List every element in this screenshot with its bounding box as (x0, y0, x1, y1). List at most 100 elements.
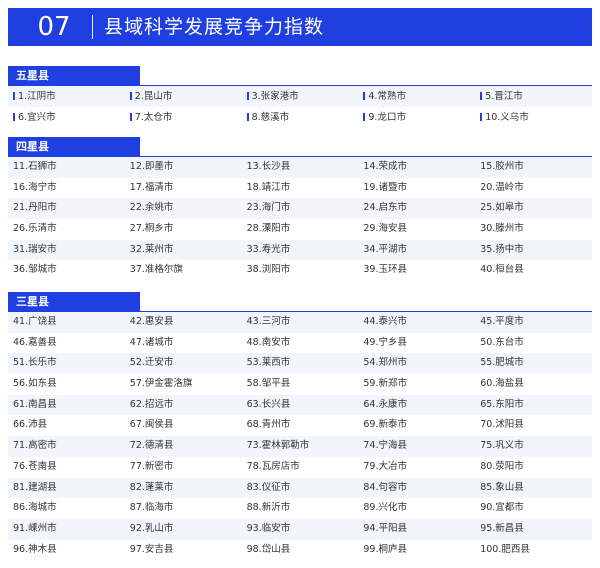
county-name: 1.江阴市 (18, 91, 56, 102)
county-item: 2.昆山市 (124, 86, 242, 107)
section-title-three-star: 三星县 (8, 292, 140, 311)
county-item: 11.石狮市 (8, 157, 125, 178)
county-item: 14.荣成市 (358, 157, 476, 178)
county-name: 29.海安县 (363, 223, 407, 235)
county-item: 65.东阳市 (475, 394, 592, 416)
county-item: 34.平湖市 (358, 239, 476, 261)
county-item: 62.招远市 (124, 394, 242, 416)
county-item: 98.岱山县 (242, 540, 359, 561)
county-name: 71.高密市 (13, 440, 57, 452)
county-item: 59.新郑市 (358, 374, 475, 395)
county-item: 19.诸暨市 (358, 178, 475, 199)
county-item: 48.南安市 (242, 333, 359, 354)
county-item: 38.浏阳市 (242, 260, 359, 281)
county-item: 24.启东市 (358, 198, 476, 220)
county-item: 36.邹城市 (8, 260, 125, 281)
county-name: 100.肥西县 (480, 543, 530, 555)
county-item: 99.桐庐县 (358, 540, 475, 561)
county-item: 8.慈溪市 (242, 107, 359, 128)
county-name: 63.长兴县 (246, 398, 291, 410)
county-item: 37.准格尔旗 (125, 260, 242, 281)
county-item: 94.平阳县 (358, 518, 476, 540)
bullet-marker (129, 112, 132, 121)
county-item: 92.乳山市 (124, 518, 242, 540)
county-name: 28.溧阳市 (246, 223, 291, 235)
county-item: 25.如皋市 (475, 198, 592, 220)
county-item: 42.惠安县 (124, 312, 242, 333)
county-name: 12.即墨市 (129, 161, 174, 172)
county-item: 6.宜兴市 (8, 107, 125, 128)
bullet-marker (246, 91, 249, 100)
county-item: 50.东台市 (475, 333, 592, 354)
county-name: 58.邹平县 (246, 378, 291, 390)
county-item: 51.长乐市 (8, 353, 125, 375)
county-name: 31.瑞安市 (13, 243, 57, 255)
county-item: 23.海门市 (241, 198, 359, 220)
county-item: 67.闽侯县 (125, 415, 242, 436)
county-name: 82.蓬莱市 (129, 481, 174, 493)
county-name: 55.肥城市 (480, 357, 524, 369)
county-item: 7.太仓市 (125, 107, 242, 128)
county-name: 21.丹阳市 (13, 202, 57, 214)
bullet-marker (246, 112, 249, 121)
county-name: 38.浏阳市 (246, 264, 291, 276)
county-name: 73.霍林郭勒市 (246, 440, 310, 452)
county-name: 32.莱州市 (129, 243, 174, 255)
county-item: 87.临海市 (125, 498, 242, 519)
county-name: 44.泰兴市 (363, 316, 407, 327)
county-name: 74.宁海县 (363, 440, 407, 452)
county-name: 67.闽侯县 (129, 419, 174, 431)
county-name: 68.青州市 (246, 419, 291, 431)
county-item: 46.嘉善县 (8, 333, 125, 354)
county-item: 72.德清县 (124, 436, 242, 457)
county-item: 40.桓台县 (475, 260, 592, 281)
county-name: 93.临安市 (246, 522, 291, 534)
county-name: 76.苍南县 (13, 460, 57, 472)
county-name: 92.乳山市 (129, 522, 174, 534)
county-name: 51.长乐市 (13, 357, 57, 369)
five-star-county-list: 1.江阴市 2.昆山市 3.张家港市 4.常熟市 5.晋江市 6.宜兴市 7.太仓市 8.慈溪… (8, 86, 592, 128)
county-name: 48.南安市 (246, 336, 291, 348)
county-name: 77.新密市 (129, 460, 174, 472)
county-item: 35.扬中市 (475, 239, 592, 261)
county-name: 87.临海市 (129, 502, 174, 514)
county-item: 28.溧阳市 (242, 219, 359, 240)
county-name: 40.桓台县 (480, 264, 524, 276)
county-item: 17.福清市 (125, 178, 242, 199)
bullet-marker (363, 112, 366, 121)
county-name: 35.扬中市 (480, 243, 524, 255)
county-name: 34.平湖市 (363, 243, 407, 255)
county-name: 30.滕州市 (480, 223, 524, 235)
county-item: 21.丹阳市 (8, 198, 125, 220)
county-name: 89.兴化市 (363, 502, 407, 514)
county-name: 18.靖江市 (246, 181, 291, 193)
county-item: 76.苍南县 (8, 457, 125, 478)
county-item: 22.余姚市 (124, 198, 242, 220)
county-name: 56.如东县 (13, 378, 57, 390)
county-item: 57.伊金霍洛旗 (125, 374, 242, 395)
county-name: 98.岱山县 (246, 543, 291, 555)
county-name: 9.龙口市 (368, 112, 406, 123)
county-item: 31.瑞安市 (8, 239, 125, 261)
county-item: 10.义乌市 (475, 107, 592, 128)
county-item: 83.仪征市 (241, 477, 359, 499)
county-item: 3.张家港市 (241, 86, 359, 107)
county-name: 80.荥阳市 (480, 460, 524, 472)
county-name: 99.桐庐县 (363, 543, 407, 555)
county-name: 39.玉环县 (363, 264, 407, 276)
county-name: 26.乐清市 (13, 223, 57, 235)
county-name: 60.海盐县 (480, 378, 524, 390)
county-item: 97.安吉县 (125, 540, 242, 561)
county-name: 14.荣成市 (363, 161, 407, 172)
county-name: 65.东阳市 (480, 398, 524, 410)
county-item: 70.沭阳县 (475, 415, 592, 436)
county-item: 49.宁乡县 (358, 333, 475, 354)
county-name: 46.嘉善县 (13, 336, 57, 348)
county-item: 95.新昌县 (475, 518, 592, 540)
county-item: 63.长兴县 (241, 394, 359, 416)
county-item: 45.平度市 (475, 312, 592, 333)
county-name: 4.常熟市 (368, 91, 406, 102)
county-name: 37.准格尔旗 (129, 264, 183, 276)
county-name: 57.伊金霍洛旗 (129, 378, 193, 390)
county-item: 43.三河市 (241, 312, 359, 333)
